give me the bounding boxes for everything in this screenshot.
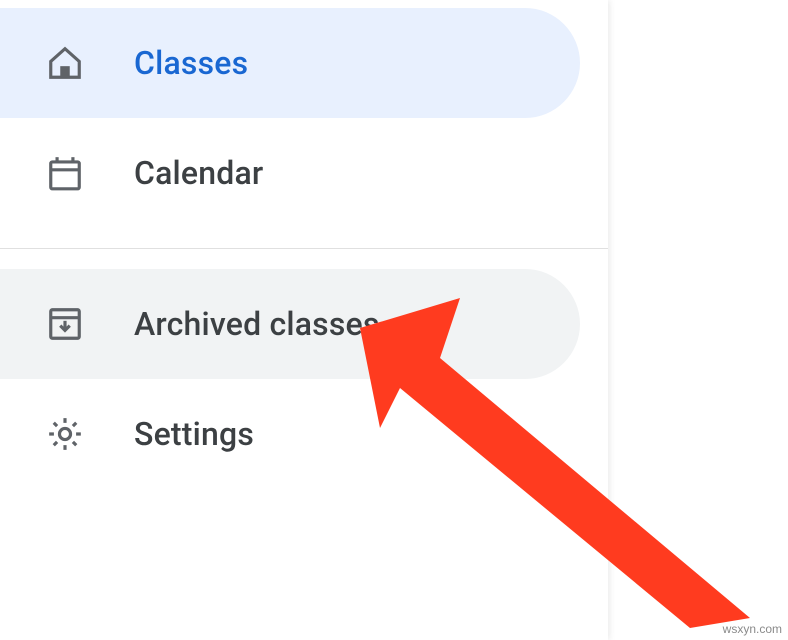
sidebar-item-settings[interactable]: Settings xyxy=(0,379,580,489)
calendar-icon xyxy=(46,154,84,192)
archive-icon xyxy=(46,305,84,343)
watermark: wsxyn.com xyxy=(723,622,782,636)
sidebar-item-archived-classes[interactable]: Archived classes xyxy=(0,269,580,379)
sidebar-item-label: Calendar xyxy=(134,154,263,192)
divider xyxy=(0,248,608,249)
sidebar: Classes Calendar Archived classes xyxy=(0,0,608,640)
sidebar-item-calendar[interactable]: Calendar xyxy=(0,118,580,228)
sidebar-item-label: Settings xyxy=(134,415,254,453)
sidebar-item-classes[interactable]: Classes xyxy=(0,8,580,118)
sidebar-item-label: Classes xyxy=(134,44,248,82)
sidebar-item-label: Archived classes xyxy=(134,305,380,343)
home-icon xyxy=(46,44,84,82)
gear-icon xyxy=(46,415,84,453)
